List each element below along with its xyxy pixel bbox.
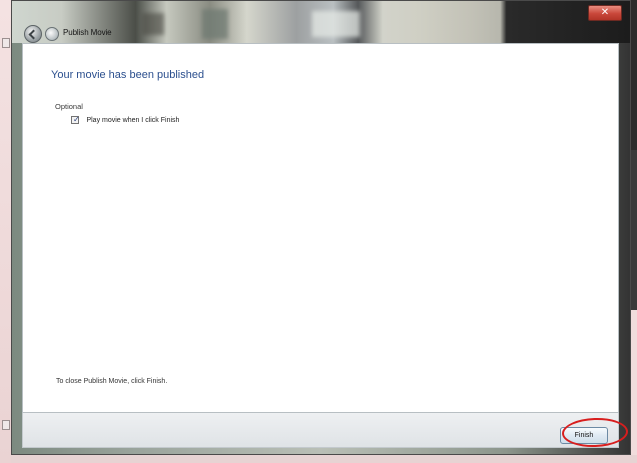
optional-section-label: Optional bbox=[55, 102, 83, 111]
background-bottom-edge bbox=[11, 455, 637, 463]
play-movie-checkbox[interactable]: ✓ bbox=[71, 115, 80, 124]
play-movie-option[interactable]: ✓ Play movie when I click Finish bbox=[71, 115, 179, 126]
background-dark-edge bbox=[631, 0, 637, 150]
page-heading: Your movie has been published bbox=[51, 69, 205, 81]
title-bar: Publish Movie ✕ bbox=[12, 1, 630, 43]
background-marker bbox=[2, 38, 10, 48]
window-title: Publish Movie bbox=[63, 28, 112, 37]
titlebar-glass-reflection bbox=[202, 9, 228, 39]
play-movie-checkbox-label[interactable]: Play movie when I click Finish bbox=[86, 116, 179, 125]
movie-maker-icon bbox=[45, 27, 59, 41]
titlebar-glass-reflection bbox=[142, 13, 164, 35]
titlebar-glass-reflection bbox=[312, 11, 360, 37]
close-button[interactable]: ✕ bbox=[588, 5, 622, 21]
checkmark-icon: ✓ bbox=[73, 115, 80, 124]
publish-movie-dialog: Publish Movie ✕ Your movie has been publ… bbox=[11, 0, 631, 455]
background-scrollbar[interactable] bbox=[631, 150, 637, 310]
wizard-content-panel: Your movie has been published Optional ✓… bbox=[22, 43, 619, 413]
background-marker bbox=[2, 420, 10, 430]
close-icon: ✕ bbox=[600, 7, 610, 18]
command-bar: Finish bbox=[22, 413, 619, 448]
back-arrow-icon[interactable] bbox=[24, 25, 42, 43]
close-instructions: To close Publish Movie, click Finish. bbox=[56, 378, 168, 385]
